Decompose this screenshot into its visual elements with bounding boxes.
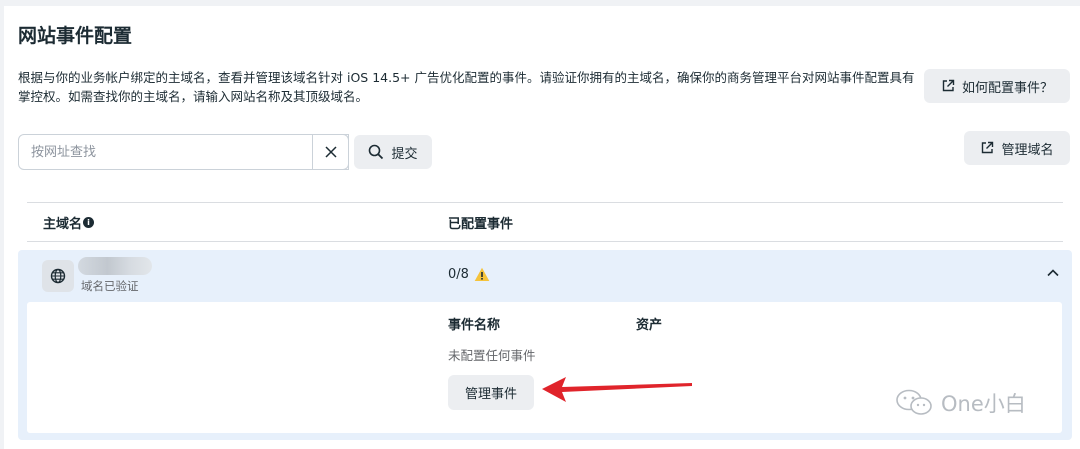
- search-input[interactable]: [19, 135, 309, 169]
- chevron-up-icon[interactable]: [1046, 268, 1060, 278]
- details-header-event-name: 事件名称: [448, 318, 501, 333]
- domain-avatar: [42, 260, 74, 292]
- search-icon: [369, 144, 384, 160]
- external-link-icon: [942, 79, 955, 92]
- red-arrow-annotation: [542, 377, 692, 402]
- watermark-text: One小白: [941, 392, 1026, 416]
- clear-search-button[interactable]: [312, 134, 349, 170]
- wechat-icon: [896, 389, 932, 415]
- page-description: 根据与你的业务帐户绑定的主域名，查看并管理该域名针对 iOS 14.5+ 广告优…: [18, 70, 915, 104]
- domain-name-redacted: [78, 257, 152, 275]
- close-icon: [324, 146, 337, 158]
- configured-events-count: 0/8: [448, 267, 490, 282]
- manage-events-label: 管理事件: [464, 387, 517, 402]
- info-icon[interactable]: i: [83, 217, 95, 228]
- empty-events-text: 未配置任何事件: [448, 348, 536, 363]
- page-title: 网站事件配置: [18, 25, 133, 47]
- globe-icon: [50, 268, 66, 284]
- how-to-configure-label: 如何配置事件？: [961, 80, 1053, 96]
- external-link-icon: [982, 141, 994, 154]
- table-top-divider: [27, 202, 1063, 203]
- table-header-divider: [27, 241, 1063, 242]
- search-field[interactable]: [18, 134, 349, 170]
- column-header-configured-events: 已配置事件: [448, 217, 514, 232]
- watermark: One小白: [893, 388, 1026, 418]
- manage-events-button[interactable]: 管理事件: [448, 375, 534, 410]
- domain-verified-status: 域名已验证: [81, 279, 139, 293]
- column-header-domain: 主域名 i: [43, 213, 95, 232]
- details-header-asset: 资产: [636, 318, 663, 333]
- warning-icon: [474, 267, 490, 281]
- manage-domain-label: 管理域名: [1001, 142, 1054, 158]
- submit-label: 提交: [391, 146, 418, 162]
- manage-domain-button[interactable]: 管理域名: [964, 131, 1070, 165]
- how-to-configure-button[interactable]: 如何配置事件？: [924, 69, 1070, 103]
- submit-button[interactable]: 提交: [354, 135, 432, 169]
